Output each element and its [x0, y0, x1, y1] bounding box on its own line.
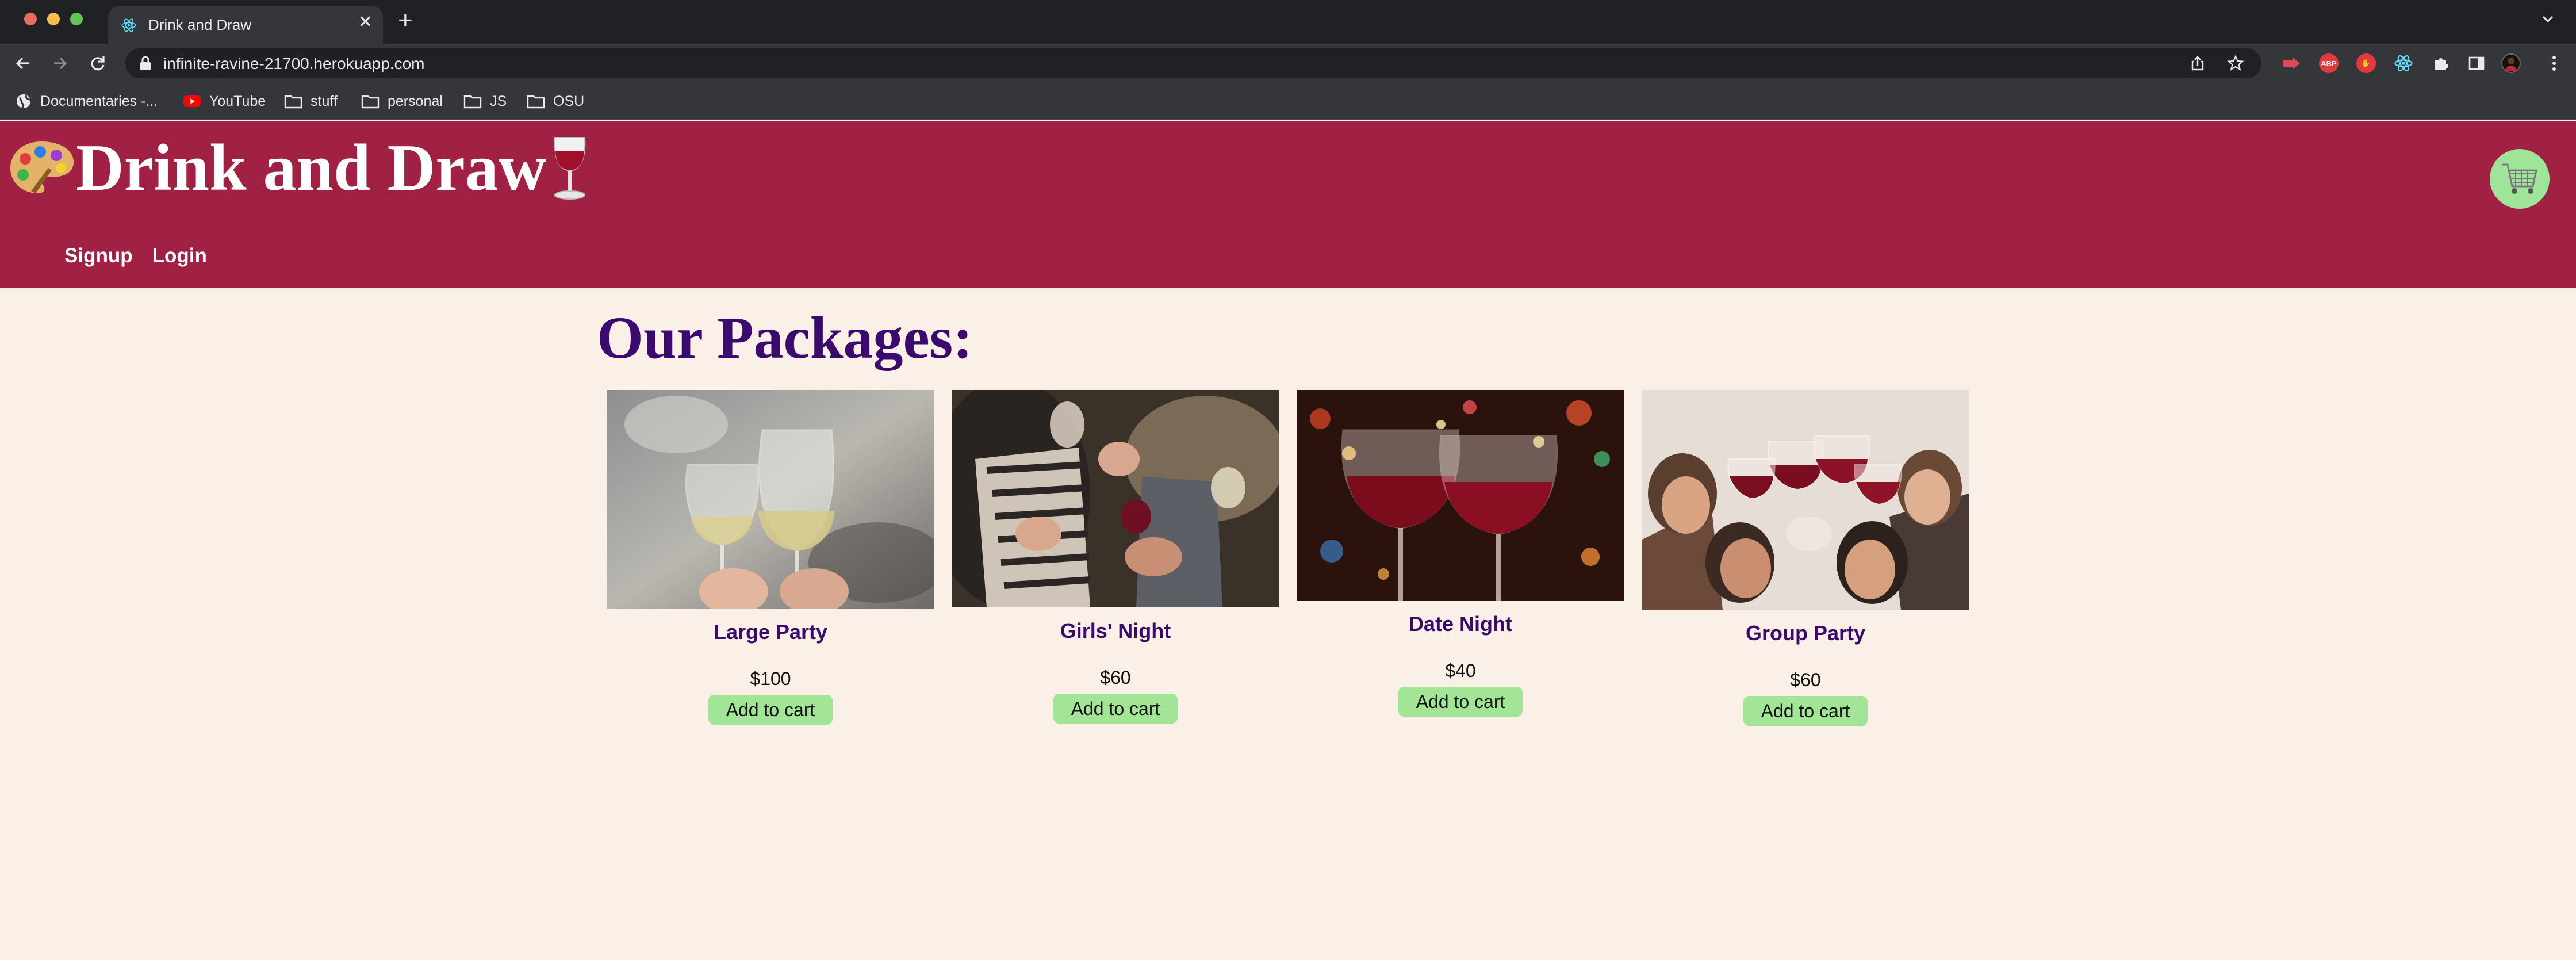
youtube-icon [183, 95, 201, 107]
sidebar-toggle-icon[interactable] [2467, 53, 2486, 73]
forward-arrow-icon[interactable] [48, 52, 71, 75]
bookmark-folder-stuff[interactable]: stuff [284, 91, 338, 111]
bookmark-label: stuff [310, 93, 338, 109]
two-red-wine-glasses-bokeh-photo [1297, 390, 1624, 601]
bookmark-label: personal [388, 93, 443, 109]
browser-tab-bar: Drink and Draw ✕ + [0, 0, 2576, 44]
chevron-down-icon[interactable] [2539, 10, 2556, 28]
kebab-menu-icon[interactable] [2543, 52, 2566, 75]
adblock-extension-icon[interactable]: ABP [2319, 53, 2339, 73]
reload-icon[interactable] [86, 52, 109, 75]
address-bar[interactable]: infinite-ravine-21700.herokuapp.com [125, 48, 2261, 78]
package-card-date-night: Date Night $40 Add to cart [1297, 390, 1624, 717]
package-name: Date Night [1409, 612, 1512, 636]
package-card-large-party: Large Party $100 Add to cart [607, 390, 934, 725]
site-title: Drink and Draw [8, 131, 593, 205]
group-red-wine-toast-photo [1642, 390, 1969, 610]
shopping-cart-icon [2502, 163, 2537, 194]
wine-glass-icon [554, 137, 585, 200]
bookmarks-bar: Documentaries -... YouTube stuff persona… [0, 82, 2576, 120]
bookmark-label: OSU [553, 93, 585, 109]
package-price: $60 [1100, 667, 1131, 688]
tab-close-icon[interactable]: ✕ [358, 14, 373, 31]
add-to-cart-button[interactable]: Add to cart [1398, 687, 1523, 717]
site-title-text: Drink and Draw [76, 131, 547, 205]
react-devtools-extension-icon[interactable] [2394, 53, 2413, 73]
maximize-window-button[interactable] [70, 13, 83, 25]
bookmark-label: JS [490, 93, 507, 109]
friends-with-wine-photo [952, 390, 1279, 607]
url-text[interactable]: infinite-ravine-21700.herokuapp.com [163, 55, 425, 73]
package-price: $60 [1790, 670, 1821, 690]
folder-icon [284, 95, 302, 109]
package-card-group-party: Group Party $60 Add to cart [1642, 390, 1969, 726]
bookmark-youtube[interactable]: YouTube [183, 91, 266, 111]
minimize-window-button[interactable] [47, 13, 60, 25]
packages-heading: Our Packages: [597, 305, 973, 371]
package-price: $40 [1445, 660, 1476, 681]
globe-icon [17, 94, 30, 109]
folder-icon [361, 95, 379, 109]
cart-button[interactable] [2490, 149, 2550, 209]
share-icon[interactable] [2189, 55, 2206, 72]
package-name: Group Party [1745, 621, 1866, 645]
bookmark-folder-js[interactable]: JS [463, 91, 507, 111]
red-arrow-extension-icon[interactable] [2282, 53, 2301, 73]
package-price: $100 [750, 668, 791, 689]
artist-palette-icon [10, 141, 74, 193]
react-favicon-icon [121, 18, 136, 32]
folder-icon [463, 95, 482, 109]
puzzle-extensions-icon[interactable] [2431, 53, 2451, 73]
white-wine-glasses-toast-photo [607, 390, 934, 609]
bookmark-documentaries[interactable]: Documentaries -... [15, 91, 158, 111]
bookmark-label: Documentaries -... [40, 93, 158, 109]
new-tab-button[interactable]: + [398, 8, 413, 33]
signup-link[interactable]: Signup [64, 244, 133, 267]
profile-avatar[interactable] [2501, 53, 2521, 73]
add-to-cart-button[interactable]: Add to cart [1053, 694, 1178, 724]
bookmark-label: YouTube [209, 93, 266, 109]
site-header: Drink and Draw Signup Login [0, 121, 2576, 288]
close-window-button[interactable] [24, 13, 37, 25]
browser-toolbar: infinite-ravine-21700.herokuapp.com ABP … [0, 44, 2576, 82]
package-card-girls-night: Girls' Night $60 Add to cart [952, 390, 1279, 724]
back-arrow-icon[interactable] [12, 52, 34, 75]
tab-title: Drink and Draw [148, 16, 252, 33]
add-to-cart-button[interactable]: Add to cart [708, 695, 833, 725]
package-name: Girls' Night [1060, 619, 1171, 642]
bookmark-folder-personal[interactable]: personal [361, 91, 443, 111]
folder-icon [527, 95, 545, 109]
package-name: Large Party [713, 620, 828, 644]
login-link[interactable]: Login [152, 244, 207, 267]
stop-hand-extension-icon[interactable]: ✋ [2356, 53, 2376, 73]
lock-icon[interactable] [138, 55, 153, 71]
site-nav: Signup Login [64, 244, 207, 267]
bookmark-star-icon[interactable] [2227, 55, 2244, 72]
bookmark-folder-osu[interactable]: OSU [527, 91, 584, 111]
browser-tab-active[interactable]: Drink and Draw ✕ [108, 6, 383, 44]
add-to-cart-button[interactable]: Add to cart [1743, 696, 1868, 726]
